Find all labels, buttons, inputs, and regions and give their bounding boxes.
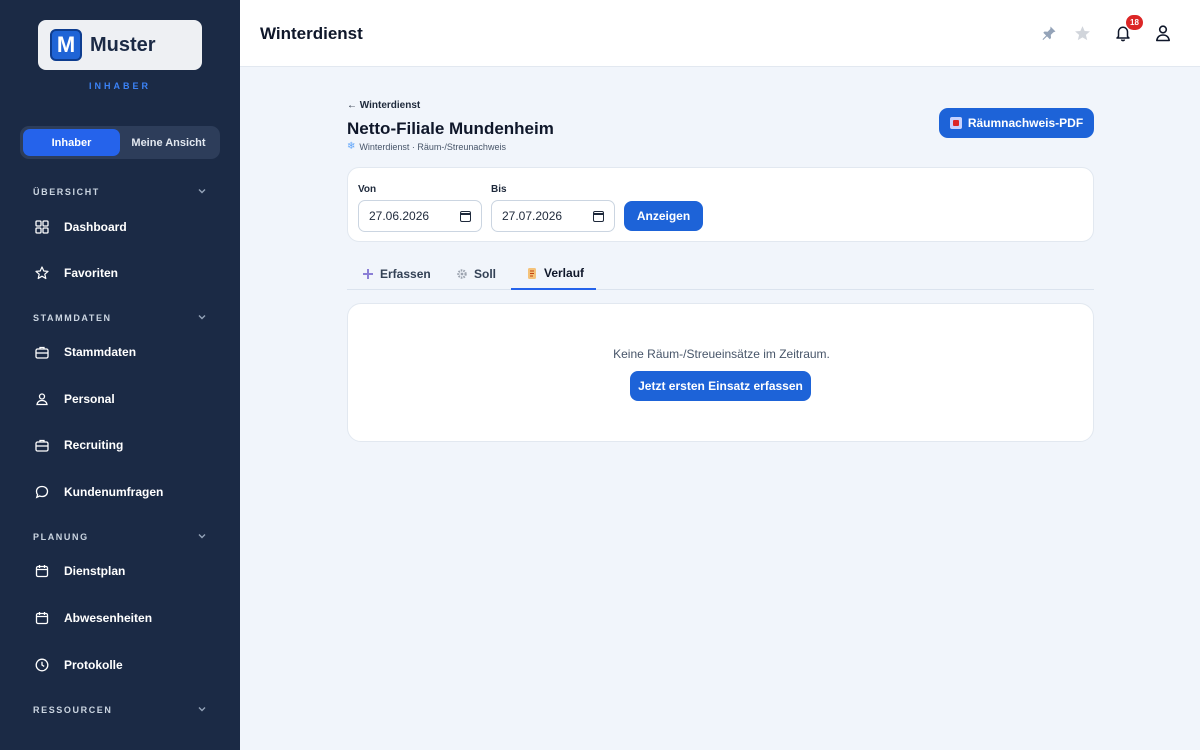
tab-soll[interactable]: Soll bbox=[456, 258, 496, 290]
topbar-title: Winterdienst bbox=[260, 24, 363, 43]
first-entry-button[interactable]: Jetzt ersten Einsatz erfassen bbox=[630, 371, 811, 401]
nav-section-planning[interactable]: PLANUNG bbox=[0, 527, 240, 547]
sidebar-item-label: Stammdaten bbox=[64, 345, 137, 359]
nav-section-resources[interactable]: RESSOURCEN bbox=[0, 700, 240, 720]
brand-mark-icon: M bbox=[50, 29, 82, 61]
empty-state-card: Keine Räum-/Streueinsätze im Zeitraum. J… bbox=[347, 303, 1094, 442]
pdf-icon bbox=[949, 117, 962, 129]
to-label: Bis bbox=[491, 184, 507, 195]
sidebar-item-label: Favoriten bbox=[64, 266, 119, 280]
nav-section-label: ÜBERSICHT bbox=[33, 187, 100, 197]
page-subtitle: ❄ Winterdienst · Räum-/Streunachweis bbox=[347, 141, 506, 152]
sidebar-item-label: Dienstplan bbox=[64, 564, 126, 578]
sidebar-item-label: Protokolle bbox=[64, 658, 123, 672]
empty-state-message: Keine Räum-/Streueinsätze im Zeitraum. bbox=[613, 347, 830, 361]
view-switch-my-view[interactable]: Meine Ansicht bbox=[120, 129, 217, 156]
tab-label: Erfassen bbox=[380, 267, 431, 281]
pin-icon[interactable] bbox=[1038, 22, 1060, 44]
date-filter-card: Von 27.06.2026 Bis 27.07.2026 Anzeigen bbox=[347, 167, 1094, 242]
sidebar-item-stammdaten[interactable]: Stammdaten bbox=[0, 334, 240, 370]
chat-icon bbox=[34, 484, 50, 500]
chevron-down-icon bbox=[197, 312, 207, 325]
calendar-icon[interactable] bbox=[460, 210, 471, 222]
page-subtitle-text: Winterdienst · Räum-/Streunachweis bbox=[359, 141, 506, 152]
sidebar-item-favorites[interactable]: Favoriten bbox=[0, 255, 240, 291]
calendar-icon bbox=[34, 563, 50, 579]
calendar-icon bbox=[34, 610, 50, 626]
pdf-export-button[interactable]: Räumnachweis-PDF bbox=[939, 108, 1094, 138]
calendar-icon[interactable] bbox=[593, 210, 604, 222]
user-icon[interactable] bbox=[1152, 22, 1174, 44]
back-link[interactable]: ← Winterdienst bbox=[347, 100, 420, 111]
role-caption: INHABER bbox=[88, 81, 151, 91]
show-button[interactable]: Anzeigen bbox=[624, 201, 703, 231]
clock-icon bbox=[34, 657, 50, 673]
nav-section-label: RESSOURCEN bbox=[33, 705, 113, 715]
nav-section-master-data[interactable]: STAMMDATEN bbox=[0, 308, 240, 328]
gear-icon bbox=[456, 268, 468, 280]
star-icon bbox=[34, 265, 50, 281]
users-icon bbox=[34, 391, 50, 407]
grid-icon bbox=[34, 219, 50, 235]
brand-logo[interactable]: M Muster bbox=[38, 20, 202, 70]
pdf-export-label: Räumnachweis-PDF bbox=[967, 116, 1084, 130]
tab-label: Soll bbox=[474, 267, 497, 281]
notification-badge: 18 bbox=[1126, 15, 1143, 30]
brand-name: Muster bbox=[90, 33, 156, 56]
sidebar-item-label: Abwesenheiten bbox=[64, 611, 153, 625]
tab-label: Verlauf bbox=[544, 266, 585, 280]
tab-bar: Erfassen Soll Verlauf bbox=[347, 258, 1094, 290]
scroll-icon bbox=[526, 267, 538, 280]
sidebar-item-label: Recruiting bbox=[64, 438, 124, 452]
sidebar-item-customer-surveys[interactable]: Kundenumfragen bbox=[0, 474, 240, 510]
chevron-down-icon bbox=[197, 704, 207, 717]
plus-icon bbox=[362, 268, 374, 280]
chevron-down-icon bbox=[197, 186, 207, 199]
topbar: Winterdienst 18 bbox=[240, 0, 1200, 67]
to-date-value: 27.07.2026 bbox=[502, 209, 563, 223]
from-date-value: 27.06.2026 bbox=[369, 209, 430, 223]
chevron-down-icon bbox=[197, 531, 207, 544]
nav-section-overview[interactable]: ÜBERSICHT bbox=[0, 182, 240, 202]
sidebar-item-label: Kundenumfragen bbox=[64, 485, 164, 499]
view-switch: Inhaber Meine Ansicht bbox=[20, 126, 220, 159]
tab-verlauf[interactable]: Verlauf bbox=[511, 258, 596, 290]
from-label: Von bbox=[358, 184, 377, 195]
sidebar-item-dashboard[interactable]: Dashboard bbox=[0, 209, 240, 245]
view-switch-owner[interactable]: Inhaber bbox=[23, 129, 120, 156]
sidebar-item-personal[interactable]: Personal bbox=[0, 381, 240, 417]
sidebar-item-absences[interactable]: Abwesenheiten bbox=[0, 600, 240, 636]
nav-section-label: PLANUNG bbox=[33, 532, 89, 542]
from-date-input[interactable]: 27.06.2026 bbox=[358, 200, 482, 232]
briefcase-icon bbox=[34, 437, 50, 453]
star-icon[interactable] bbox=[1071, 22, 1093, 44]
tab-erfassen[interactable]: Erfassen bbox=[362, 258, 431, 290]
sidebar: M Muster INHABER Inhaber Meine Ansicht Ü… bbox=[0, 0, 240, 750]
nav-section-label: STAMMDATEN bbox=[33, 313, 112, 323]
snowflake-icon: ❄ bbox=[347, 141, 356, 152]
briefcase-icon bbox=[34, 344, 50, 360]
sidebar-item-label: Dashboard bbox=[64, 220, 127, 234]
sidebar-item-recruiting[interactable]: Recruiting bbox=[0, 427, 240, 463]
sidebar-item-shift-plan[interactable]: Dienstplan bbox=[0, 553, 240, 589]
sidebar-item-logs[interactable]: Protokolle bbox=[0, 647, 240, 683]
page-title: Netto-Filiale Mundenheim bbox=[347, 119, 554, 138]
to-date-input[interactable]: 27.07.2026 bbox=[491, 200, 615, 232]
sidebar-item-label: Personal bbox=[64, 392, 115, 406]
